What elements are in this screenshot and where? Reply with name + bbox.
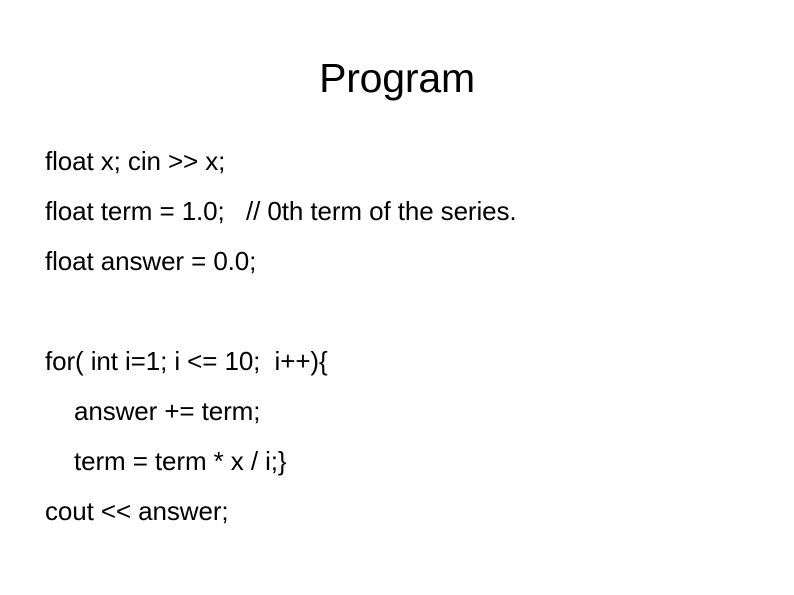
- code-line: cout << answer;: [45, 496, 229, 526]
- code-line: float term = 1.0; // 0th term of the ser…: [45, 196, 517, 226]
- code-line: term = term * x / i;}: [74, 446, 287, 476]
- code-line: answer += term;: [74, 396, 261, 426]
- code-block: float x; cin >> x; float term = 1.0; // …: [45, 136, 755, 536]
- slide: Program float x; cin >> x; float term = …: [0, 0, 794, 595]
- code-line: float answer = 0.0;: [45, 246, 257, 276]
- code-line: for( int i=1; i <= 10; i++){: [45, 346, 328, 376]
- code-line: float x; cin >> x;: [45, 146, 226, 176]
- page-title: Program: [319, 55, 475, 101]
